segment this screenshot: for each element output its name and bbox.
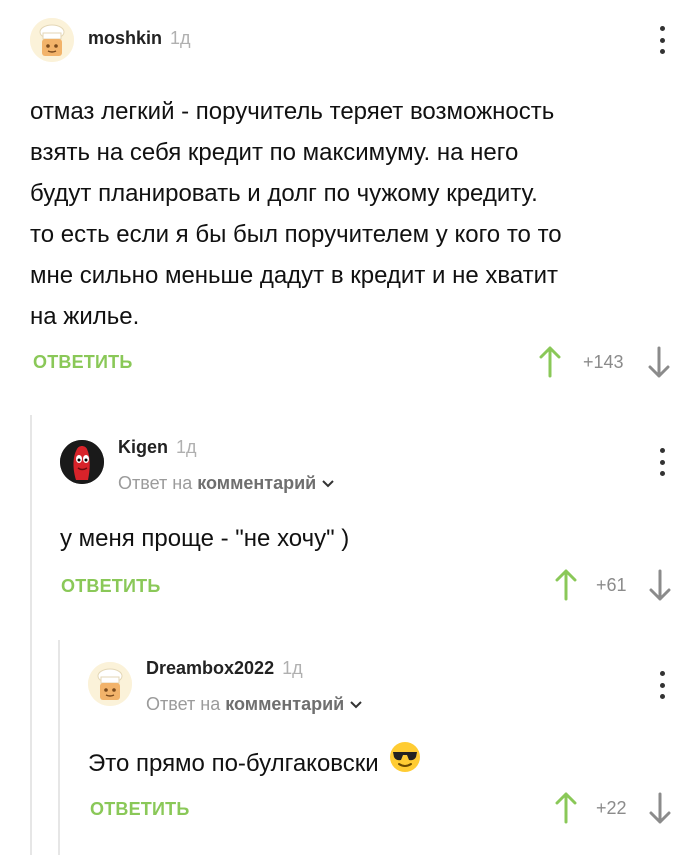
vote-count: +22	[596, 797, 627, 818]
comment-age: 1д	[282, 658, 303, 678]
upvote-icon[interactable]	[554, 792, 578, 824]
reply-to-prefix: Ответ на	[146, 694, 221, 714]
chevron-down-icon[interactable]	[349, 697, 363, 713]
downvote-icon[interactable]	[648, 569, 672, 601]
reply-button[interactable]: ОТВЕТИТЬ	[33, 352, 132, 373]
comment-header: Kigen 1д Ответ на комментарий	[60, 437, 335, 494]
reply-to-link[interactable]: комментарий	[197, 473, 316, 494]
comment-text-line: на жилье.	[30, 303, 140, 330]
red-creature-avatar-icon	[60, 440, 104, 484]
comment-age: 1д	[176, 437, 197, 457]
comment-text-line: взять на себя кредит по максимуму. на не…	[30, 139, 519, 166]
username[interactable]: moshkin	[88, 28, 162, 49]
reply-button[interactable]: ОТВЕТИТЬ	[90, 799, 189, 820]
vote-count: +143	[583, 351, 624, 372]
vote-block: +143	[538, 346, 671, 378]
comment-text: отмаз легкий - поручитель теряет возможн…	[30, 91, 680, 337]
vote-count: +61	[596, 574, 627, 595]
username[interactable]: Kigen	[118, 437, 168, 458]
upvote-icon[interactable]	[554, 569, 578, 601]
chef-avatar-icon	[88, 662, 132, 706]
comment-text-line: отмаз легкий - поручитель теряет возможн…	[30, 98, 555, 125]
reply-to-link[interactable]: комментарий	[225, 694, 344, 715]
upvote-icon[interactable]	[538, 346, 562, 378]
sunglasses-emoji-icon	[389, 741, 421, 786]
avatar[interactable]	[60, 440, 104, 484]
chef-avatar-icon	[30, 18, 74, 62]
downvote-icon[interactable]	[647, 346, 671, 378]
chevron-down-icon[interactable]	[321, 476, 335, 492]
avatar[interactable]	[30, 18, 74, 62]
vote-block: +61	[554, 569, 672, 601]
thread-line[interactable]	[58, 640, 60, 855]
more-options-icon[interactable]	[652, 26, 672, 54]
comment-text: у меня проще - "не хочу" )	[60, 525, 350, 552]
comment-text: Это прямо по-булгаковски	[88, 750, 379, 777]
more-options-icon[interactable]	[652, 448, 672, 476]
reply-to[interactable]: Ответ на комментарий	[118, 473, 335, 494]
reply-to-prefix: Ответ на	[118, 473, 193, 493]
reply-button[interactable]: ОТВЕТИТЬ	[61, 576, 160, 597]
thread-line[interactable]	[30, 415, 32, 855]
reply-to[interactable]: Ответ на комментарий	[146, 694, 363, 715]
comment-header: Dreambox2022 1д Ответ на комментарий	[88, 658, 363, 715]
username[interactable]: Dreambox2022	[146, 658, 274, 679]
avatar[interactable]	[88, 662, 132, 706]
comment-header: moshkin 1д	[30, 18, 191, 62]
vote-block: +22	[554, 792, 672, 824]
comment-text-line: мне сильно меньше дадут в кредит и не хв…	[30, 262, 559, 289]
more-options-icon[interactable]	[652, 671, 672, 699]
comment-text-line: будут планировать и долг по чужому креди…	[30, 180, 538, 207]
downvote-icon[interactable]	[648, 792, 672, 824]
comment-text-row: Это прямо по-булгаковски	[88, 741, 421, 786]
comment-age: 1д	[170, 28, 191, 48]
comment-text-line: то есть если я бы был поручителем у кого…	[30, 221, 562, 248]
